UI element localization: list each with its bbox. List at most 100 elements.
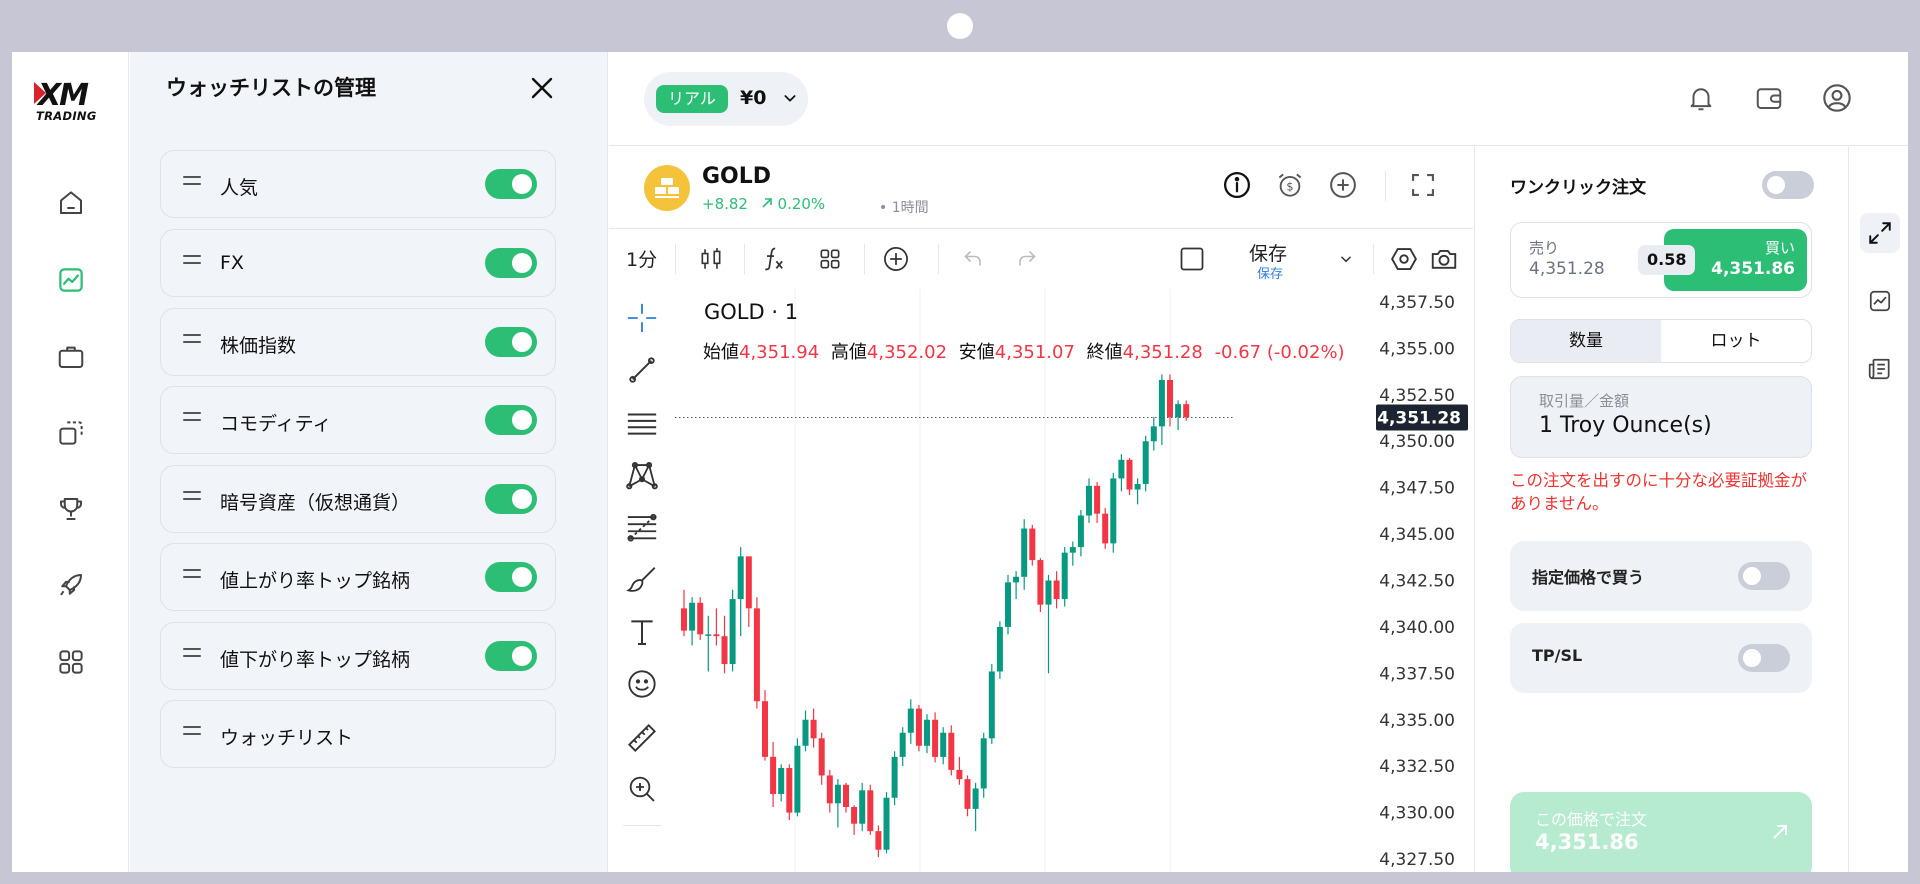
add-compare-icon[interactable] <box>879 242 913 276</box>
watchlist-item[interactable]: FX <box>160 229 556 297</box>
brush-icon[interactable] <box>623 560 661 598</box>
watchlist-item[interactable]: ウォッチリスト <box>160 700 556 768</box>
watchlist-item[interactable]: 値上がり率トップ銘柄 <box>160 543 556 611</box>
drag-handle-icon[interactable] <box>183 569 201 585</box>
drag-handle-icon[interactable] <box>183 648 201 664</box>
drag-handle-icon[interactable] <box>183 726 201 742</box>
briefcase-icon[interactable] <box>48 334 94 380</box>
drag-handle-icon[interactable] <box>183 255 201 271</box>
watchlist-item-label: 株価指数 <box>220 335 297 357</box>
candle-body <box>834 784 841 804</box>
price-alert-icon[interactable]: $ <box>1272 167 1308 203</box>
user-profile-icon[interactable] <box>1817 78 1857 118</box>
ruler-icon[interactable] <box>623 719 661 757</box>
buy-price: 4,351.86 <box>1711 259 1795 279</box>
trend-line-icon[interactable] <box>623 351 661 389</box>
layout-grid-icon[interactable] <box>813 242 847 276</box>
visibility-toggle[interactable] <box>485 169 537 199</box>
indicators-icon[interactable] <box>757 242 791 276</box>
wallet-icon[interactable] <box>1749 78 1789 118</box>
drawing-tools <box>609 289 675 872</box>
drag-handle-icon[interactable] <box>183 176 201 192</box>
watchlist-item[interactable]: 株価指数 <box>160 308 556 376</box>
sell-price[interactable]: 4,351.28 <box>1529 259 1605 279</box>
tpsl-toggle[interactable] <box>1738 644 1790 672</box>
limit-toggle[interactable] <box>1738 562 1790 590</box>
expand-collapse-icon[interactable] <box>1860 213 1900 253</box>
instrument-symbol[interactable]: GOLD <box>702 164 771 189</box>
watchlist-item[interactable]: 値下がり率トップ銘柄 <box>160 622 556 690</box>
candle-body <box>1069 547 1076 553</box>
visibility-toggle[interactable] <box>485 248 537 278</box>
crosshair-icon[interactable] <box>623 299 661 337</box>
one-click-toggle[interactable] <box>1762 171 1814 199</box>
drag-handle-icon[interactable] <box>183 334 201 350</box>
visibility-toggle[interactable] <box>485 405 537 435</box>
instrument-header: GOLD +8.82 0.20% • 1時間 $ <box>609 147 1473 229</box>
candle-body <box>1110 478 1117 544</box>
drag-handle-icon[interactable] <box>183 412 201 428</box>
candle-body <box>907 708 914 733</box>
add-to-watchlist-icon[interactable] <box>1325 167 1361 203</box>
candlestick-type-icon[interactable] <box>694 242 728 276</box>
watchlist-manager-panel: ウォッチリストの管理 人気 FX 株価指数 コモディティ 暗号資産（仮想通貨） <box>130 52 608 872</box>
visibility-toggle[interactable] <box>485 562 537 592</box>
save-layout-button[interactable]: 保存 <box>1249 239 1287 266</box>
tab-quantity[interactable]: 数量 <box>1511 320 1661 362</box>
text-tool-icon[interactable] <box>623 613 661 651</box>
close-icon[interactable] <box>526 72 558 104</box>
account-selector[interactable]: リアル ¥0 <box>644 72 808 126</box>
chart-canvas: 4,357.50 4,355.00 4,352.50 4,350.00 4,347.50… <box>675 289 1468 872</box>
watchlist-item[interactable]: 暗号資産（仮想通貨） <box>160 465 556 533</box>
bell-icon[interactable] <box>1681 78 1721 118</box>
undo-icon[interactable] <box>956 242 990 276</box>
candle-body <box>1029 528 1036 561</box>
y-tick-label: 4,357.50 <box>1379 293 1455 313</box>
candle-body <box>1167 379 1173 418</box>
candle-body <box>762 701 768 757</box>
fullscreen-icon[interactable] <box>1405 167 1441 203</box>
visibility-toggle[interactable] <box>485 641 537 671</box>
zoom-in-icon[interactable] <box>623 770 661 808</box>
rocket-icon[interactable] <box>48 562 94 608</box>
place-order-button[interactable]: この価格で注文 4,351.86 <box>1510 792 1812 872</box>
emoji-icon[interactable] <box>623 665 661 703</box>
apps-icon[interactable] <box>48 639 94 685</box>
camera-icon[interactable] <box>1427 242 1461 276</box>
pattern-icon[interactable] <box>623 456 661 494</box>
checkbox-icon[interactable] <box>1175 242 1209 276</box>
trophy-icon[interactable] <box>48 486 94 532</box>
news-icon[interactable] <box>1860 349 1900 389</box>
amount-field[interactable]: 取引量／金額 1 Troy Ounce(s) <box>1510 376 1812 458</box>
candle-body <box>1142 441 1149 484</box>
candle-body <box>1126 459 1133 490</box>
candle-body <box>753 608 760 702</box>
candle-body <box>988 671 995 739</box>
drag-handle-icon[interactable] <box>183 491 201 507</box>
chart-view-icon[interactable] <box>1860 281 1900 321</box>
visibility-toggle[interactable] <box>485 484 537 514</box>
info-icon[interactable] <box>1219 167 1255 203</box>
xm-logo[interactable]: XM TRADING <box>34 78 114 123</box>
watchlist-item-label: FX <box>220 252 244 274</box>
horizontal-lines-icon[interactable] <box>623 404 661 442</box>
price-chart[interactable]: 4,357.50 4,355.00 4,352.50 4,350.00 4,347.50… <box>675 289 1473 872</box>
chart-toolbar: 1分 保存 保存 <box>609 230 1473 288</box>
watchlist-item-label: 暗号資産（仮想通貨） <box>220 492 411 514</box>
chevron-down-icon[interactable] <box>1329 242 1363 276</box>
divider <box>623 825 661 826</box>
y-tick-label: 4,340.00 <box>1379 618 1455 638</box>
watchlist-item[interactable]: 人気 <box>160 150 556 218</box>
high-value: 4,352.02 <box>866 342 948 363</box>
chart-icon[interactable] <box>48 257 94 303</box>
candle-body <box>1013 576 1020 583</box>
interval-selector[interactable]: 1分 <box>626 245 657 272</box>
visibility-toggle[interactable] <box>485 327 537 357</box>
fib-retracement-icon[interactable] <box>623 508 661 546</box>
watchlist-item[interactable]: コモディティ <box>160 386 556 454</box>
copy-trade-icon[interactable] <box>48 410 94 456</box>
redo-icon[interactable] <box>1010 242 1044 276</box>
tab-lot[interactable]: ロット <box>1661 320 1811 362</box>
settings-hex-icon[interactable] <box>1387 242 1421 276</box>
home-icon[interactable] <box>48 180 94 226</box>
